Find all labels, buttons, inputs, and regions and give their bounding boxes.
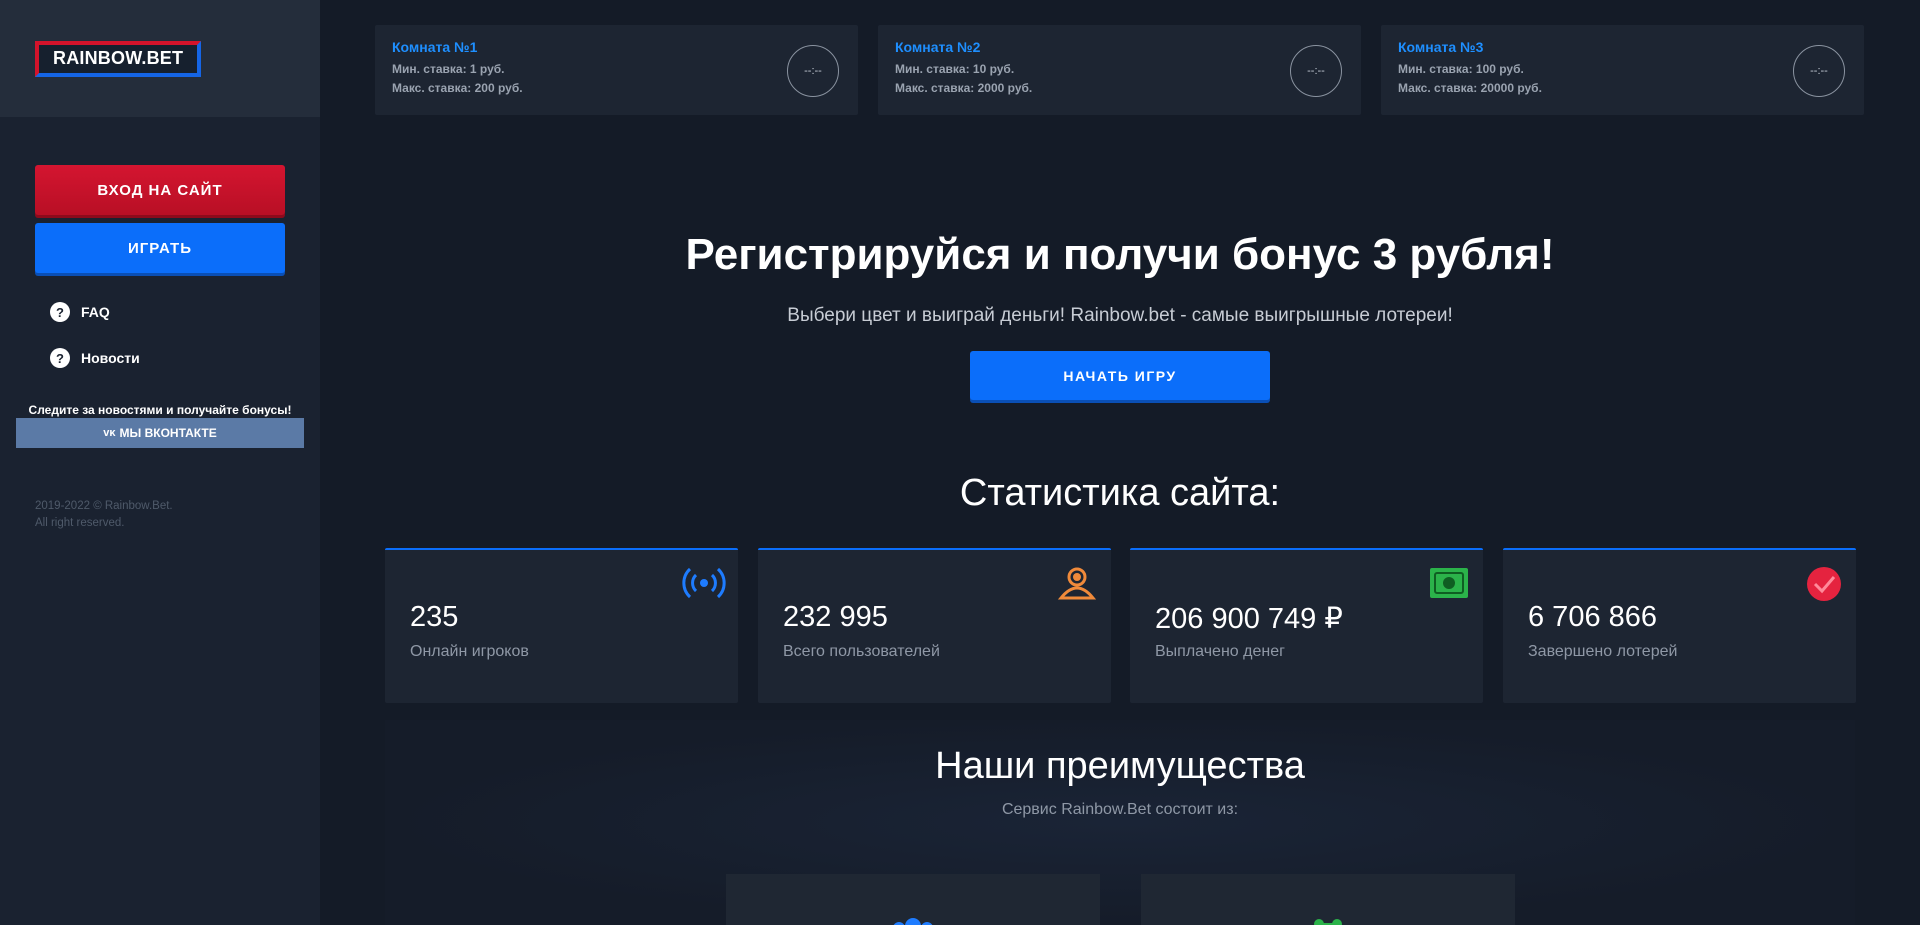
room-card-1[interactable]: Комната №1 Мин. ставка: 1 руб. Макс. ста…	[375, 25, 858, 115]
stat-label: Онлайн игроков	[410, 643, 529, 660]
room-min-bet: Мин. ставка: 1 руб.	[392, 62, 505, 76]
room-timer: --:--	[787, 45, 839, 97]
advantage-card	[726, 874, 1100, 925]
stat-label: Выплачено денег	[1155, 643, 1285, 660]
stat-card-lotteries: 6 706 866 Завершено лотерей	[1503, 548, 1856, 703]
room-max-bet: Макс. ставка: 200 руб.	[392, 81, 523, 95]
people-icon	[893, 918, 933, 925]
logo-area: RAINBOW.BET	[0, 0, 320, 117]
stat-label: Завершено лотерей	[1528, 643, 1678, 660]
room-max-bet: Макс. ставка: 20000 руб.	[1398, 81, 1542, 95]
login-button[interactable]: ВХОД НА САЙТ	[35, 165, 285, 215]
copyright-line: All right reserved.	[35, 517, 125, 529]
users-icon	[1057, 567, 1097, 600]
stat-value: 6 706 866	[1528, 601, 1658, 633]
vk-button-label: МЫ ВКОНТАКТЕ	[119, 426, 217, 440]
room-timer: --:--	[1793, 45, 1845, 97]
money-icon	[1430, 568, 1468, 598]
stat-label: Всего пользователей	[783, 643, 940, 660]
room-max-bet: Макс. ставка: 2000 руб.	[895, 81, 1033, 95]
room-card-2[interactable]: Комната №2 Мин. ставка: 10 руб. Макс. ст…	[878, 25, 1361, 115]
stat-card-online: 235 Онлайн игроков	[385, 548, 738, 703]
logo[interactable]: RAINBOW.BET	[35, 40, 202, 77]
room-title[interactable]: Комната №2	[895, 39, 1344, 55]
sidebar-item-label: FAQ	[81, 304, 110, 320]
advantages-title: Наши преимущества	[935, 745, 1305, 787]
advantage-card	[1141, 874, 1515, 925]
start-game-button[interactable]: НАЧАТЬ ИГРУ	[970, 351, 1270, 400]
stat-value: 206 900 749 ₽	[1155, 603, 1343, 635]
copyright: 2019-2022 © Rainbow.Bet. All right reser…	[35, 498, 173, 532]
question-chat-icon: ?	[50, 302, 70, 322]
check-circle-icon	[1807, 567, 1841, 601]
stat-card-paid: 206 900 749 ₽ Выплачено денег	[1130, 548, 1483, 703]
follow-text: Следите за новостями и получайте бонусы!	[28, 403, 292, 417]
stat-value: 232 995	[783, 601, 888, 633]
broadcast-icon	[682, 567, 726, 599]
room-card-3[interactable]: Комната №3 Мин. ставка: 100 руб. Макс. с…	[1381, 25, 1864, 115]
stat-value: 235	[410, 601, 459, 633]
room-min-bet: Мин. ставка: 10 руб.	[895, 62, 1015, 76]
network-icon	[1314, 919, 1342, 925]
sidebar-item-label: Новости	[81, 350, 140, 366]
room-min-bet: Мин. ставка: 100 руб.	[1398, 62, 1524, 76]
hero-subtitle: Выбери цвет и выиграй деньги! Rainbow.be…	[787, 305, 1453, 326]
sidebar-item-faq[interactable]: ? FAQ	[50, 300, 110, 324]
room-timer: --:--	[1290, 45, 1342, 97]
sidebar-item-news[interactable]: ? Новости	[50, 346, 140, 370]
question-chat-icon: ?	[50, 348, 70, 368]
copyright-line: 2019-2022 © Rainbow.Bet.	[35, 500, 173, 512]
vk-logo-icon: ᴠᴋ	[103, 427, 116, 439]
advantages-subtitle: Сервис Rainbow.Bet состоит из:	[1001, 801, 1239, 818]
play-button[interactable]: ИГРАТЬ	[35, 223, 285, 273]
sidebar: RAINBOW.BET ВХОД НА САЙТ ИГРАТЬ ? FAQ ? …	[0, 0, 320, 925]
vk-button[interactable]: ᴠᴋ МЫ ВКОНТАКТЕ	[16, 418, 304, 448]
hero-title: Регистрируйся и получи бонус 3 рубля!	[685, 230, 1555, 279]
room-title[interactable]: Комната №3	[1398, 39, 1847, 55]
room-title[interactable]: Комната №1	[392, 39, 841, 55]
stats-title: Статистика сайта:	[959, 472, 1281, 514]
stat-card-users: 232 995 Всего пользователей	[758, 548, 1111, 703]
